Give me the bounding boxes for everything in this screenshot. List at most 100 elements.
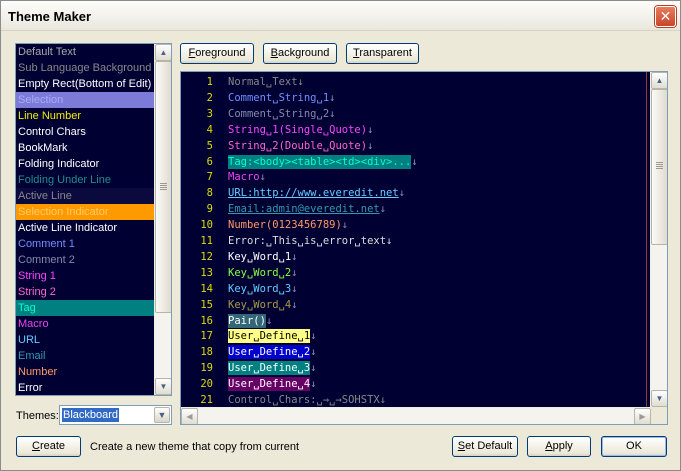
slot-item[interactable]: Active Line (16, 188, 155, 204)
theme-preview-editor[interactable]: 1 Normal␣Text↓ 2 Comment␣String␣1↓ 3 Comment␣… (180, 71, 668, 425)
scroll-thumb[interactable] (651, 89, 667, 245)
line-number: 2 (206, 91, 213, 104)
ok-button[interactable]: OK (601, 436, 667, 457)
chevron-down-icon[interactable]: ▼ (154, 407, 170, 423)
code-line[interactable]: 14 Key␣Word␣3↓ (181, 281, 651, 297)
slot-item[interactable]: Empty Rect(Bottom of Edit) (16, 76, 155, 92)
slot-item[interactable]: Active Line Indicator (16, 220, 155, 236)
code-line[interactable]: 3 Comment␣String␣2↓ (181, 106, 651, 122)
line-number: 16 (200, 314, 213, 327)
scroll-up-icon[interactable]: ▲ (155, 44, 171, 61)
code-line[interactable]: 18 User␣Define␣2↓ (181, 344, 651, 360)
code-line[interactable]: 19 User␣Define␣3↓ (181, 360, 651, 376)
line-number: 10 (200, 219, 213, 232)
line-text: Error:␣This␣is␣error␣text↓ (228, 233, 392, 249)
background-button[interactable]: Background (263, 43, 337, 64)
token: User␣Define␣1 (228, 329, 311, 344)
code-line[interactable]: 7 Macro↓ (181, 169, 651, 185)
slot-item[interactable]: Email (16, 348, 155, 364)
line-number: 12 (200, 250, 213, 263)
line-number: 3 (206, 107, 213, 120)
transparent-button[interactable]: Transparent (346, 43, 419, 64)
code-line[interactable]: 15 Key␣Word␣4↓ (181, 297, 651, 313)
scroll-thumb[interactable] (155, 61, 171, 313)
code-line[interactable]: 13 Key␣Word␣2↓ (181, 265, 651, 281)
slot-item[interactable]: Comment 1 (16, 236, 155, 252)
slot-item[interactable]: Number (16, 364, 155, 380)
slot-item[interactable]: Selection Indicator (16, 204, 155, 220)
line-number: 21 (200, 394, 213, 406)
token: String␣1(Single␣Quote) (228, 123, 368, 136)
editor-vertical-scrollbar[interactable]: ▲ ▼ (650, 72, 667, 407)
slot-item[interactable]: URL (16, 332, 155, 348)
create-button[interactable]: Create (16, 436, 81, 457)
slot-item[interactable]: Folding Indicator (16, 156, 155, 172)
code-line[interactable]: 5 String␣2(Double␣Quote)↓ (181, 138, 651, 154)
line-number: 7 (206, 171, 213, 184)
code-line[interactable]: 21 Control␣Chars:␣→␣→SOHSTX↓ (181, 392, 651, 408)
scroll-down-icon[interactable]: ▼ (651, 390, 667, 407)
code-line[interactable]: 9 Email:admin@everedit.net↓ (181, 201, 651, 217)
scroll-left-icon[interactable]: ◀ (181, 408, 198, 424)
line-text: Control␣Chars:␣→␣→SOHSTX↓ (228, 392, 386, 408)
line-text: String␣1(Single␣Quote)↓ (228, 122, 373, 138)
theme-slot-list[interactable]: Default Text Sub Language Background Empty… (15, 43, 172, 396)
code-area[interactable]: 1 Normal␣Text↓ 2 Comment␣String␣1↓ 3 Comment␣… (181, 72, 651, 424)
token: ↓ (310, 346, 317, 359)
close-icon[interactable]: ✕ (655, 6, 676, 27)
slot-item[interactable]: Control Chars (16, 124, 155, 140)
set-default-button[interactable]: Set Default (452, 436, 518, 457)
token: Pair() (228, 313, 266, 328)
code-line[interactable]: 17 User␣Define␣1↓ (181, 328, 651, 344)
slot-item[interactable]: Sub Language Background (16, 60, 155, 76)
line-text: Normal␣Text↓ (228, 74, 304, 90)
code-line[interactable]: 20 User␣Define␣4↓ (181, 376, 651, 392)
token: Comment␣String␣1 (228, 91, 330, 104)
slot-item[interactable]: Line Number (16, 108, 155, 124)
token: Key␣Word␣1 (228, 250, 292, 263)
slot-item[interactable]: Selection (16, 92, 155, 108)
title-bar: Theme Maker ✕ (1, 1, 680, 31)
slot-item[interactable]: String 1 (16, 268, 155, 284)
line-text: String␣2(Double␣Quote)↓ (228, 138, 373, 154)
scroll-down-icon[interactable]: ▼ (155, 378, 171, 395)
token: ↓ (310, 330, 317, 343)
code-line[interactable]: 10 Number(0123456789)↓ (181, 217, 651, 233)
line-text: User␣Define␣1↓ (228, 328, 317, 344)
slot-item[interactable]: Macro (16, 316, 155, 332)
slot-item[interactable]: Tag (16, 300, 155, 316)
slot-item[interactable]: Folding Under Line (16, 172, 155, 188)
code-line[interactable]: 6 Tag:<body><table><td><div>...↓ (181, 154, 651, 170)
slot-item[interactable]: Comment 2 (16, 252, 155, 268)
code-line[interactable]: 2 Comment␣String␣1↓ (181, 90, 651, 106)
apply-button[interactable]: Apply (527, 436, 591, 457)
slot-item[interactable]: BookMark (16, 140, 155, 156)
slot-list-scrollbar[interactable]: ▲ ▼ (154, 44, 171, 395)
line-number: 14 (200, 282, 213, 295)
line-number: 11 (200, 235, 213, 247)
foreground-button[interactable]: Foreground (180, 43, 254, 64)
token: User␣Define␣2 (228, 345, 311, 360)
theme-maker-dialog: Theme Maker ✕ Default Text Sub Language B… (0, 0, 681, 471)
code-line[interactable]: 1 Normal␣Text↓ (181, 74, 651, 90)
line-number: 5 (206, 139, 213, 152)
scroll-right-icon[interactable]: ▶ (634, 408, 651, 424)
token: ↓ (367, 123, 374, 136)
line-text: Key␣Word␣2↓ (228, 265, 298, 281)
line-number: 4 (206, 123, 213, 136)
themes-dropdown[interactable]: Blackboard ▼ (59, 405, 172, 425)
line-text: Email:admin@everedit.net↓ (228, 201, 386, 217)
slot-item[interactable]: String 2 (16, 284, 155, 300)
line-number: 9 (206, 203, 213, 216)
dialog-title: Theme Maker (8, 9, 92, 24)
code-line[interactable]: 4 String␣1(Single␣Quote)↓ (181, 122, 651, 138)
code-line[interactable]: 8 URL:http://www.everedit.net↓ (181, 185, 651, 201)
code-line[interactable]: 11 Error:␣This␣is␣error␣text↓ (181, 233, 651, 249)
code-line[interactable]: 16 Pair()↓ (181, 313, 651, 329)
code-line[interactable]: 12 Key␣Word␣1↓ (181, 249, 651, 265)
slot-item[interactable]: Default Text (16, 44, 155, 60)
line-text: Tag:<body><table><td><div>...↓ (228, 154, 418, 170)
scroll-up-icon[interactable]: ▲ (651, 72, 667, 89)
editor-horizontal-scrollbar[interactable]: ◀ ▶ (181, 407, 651, 424)
slot-item[interactable]: Error (16, 380, 155, 395)
